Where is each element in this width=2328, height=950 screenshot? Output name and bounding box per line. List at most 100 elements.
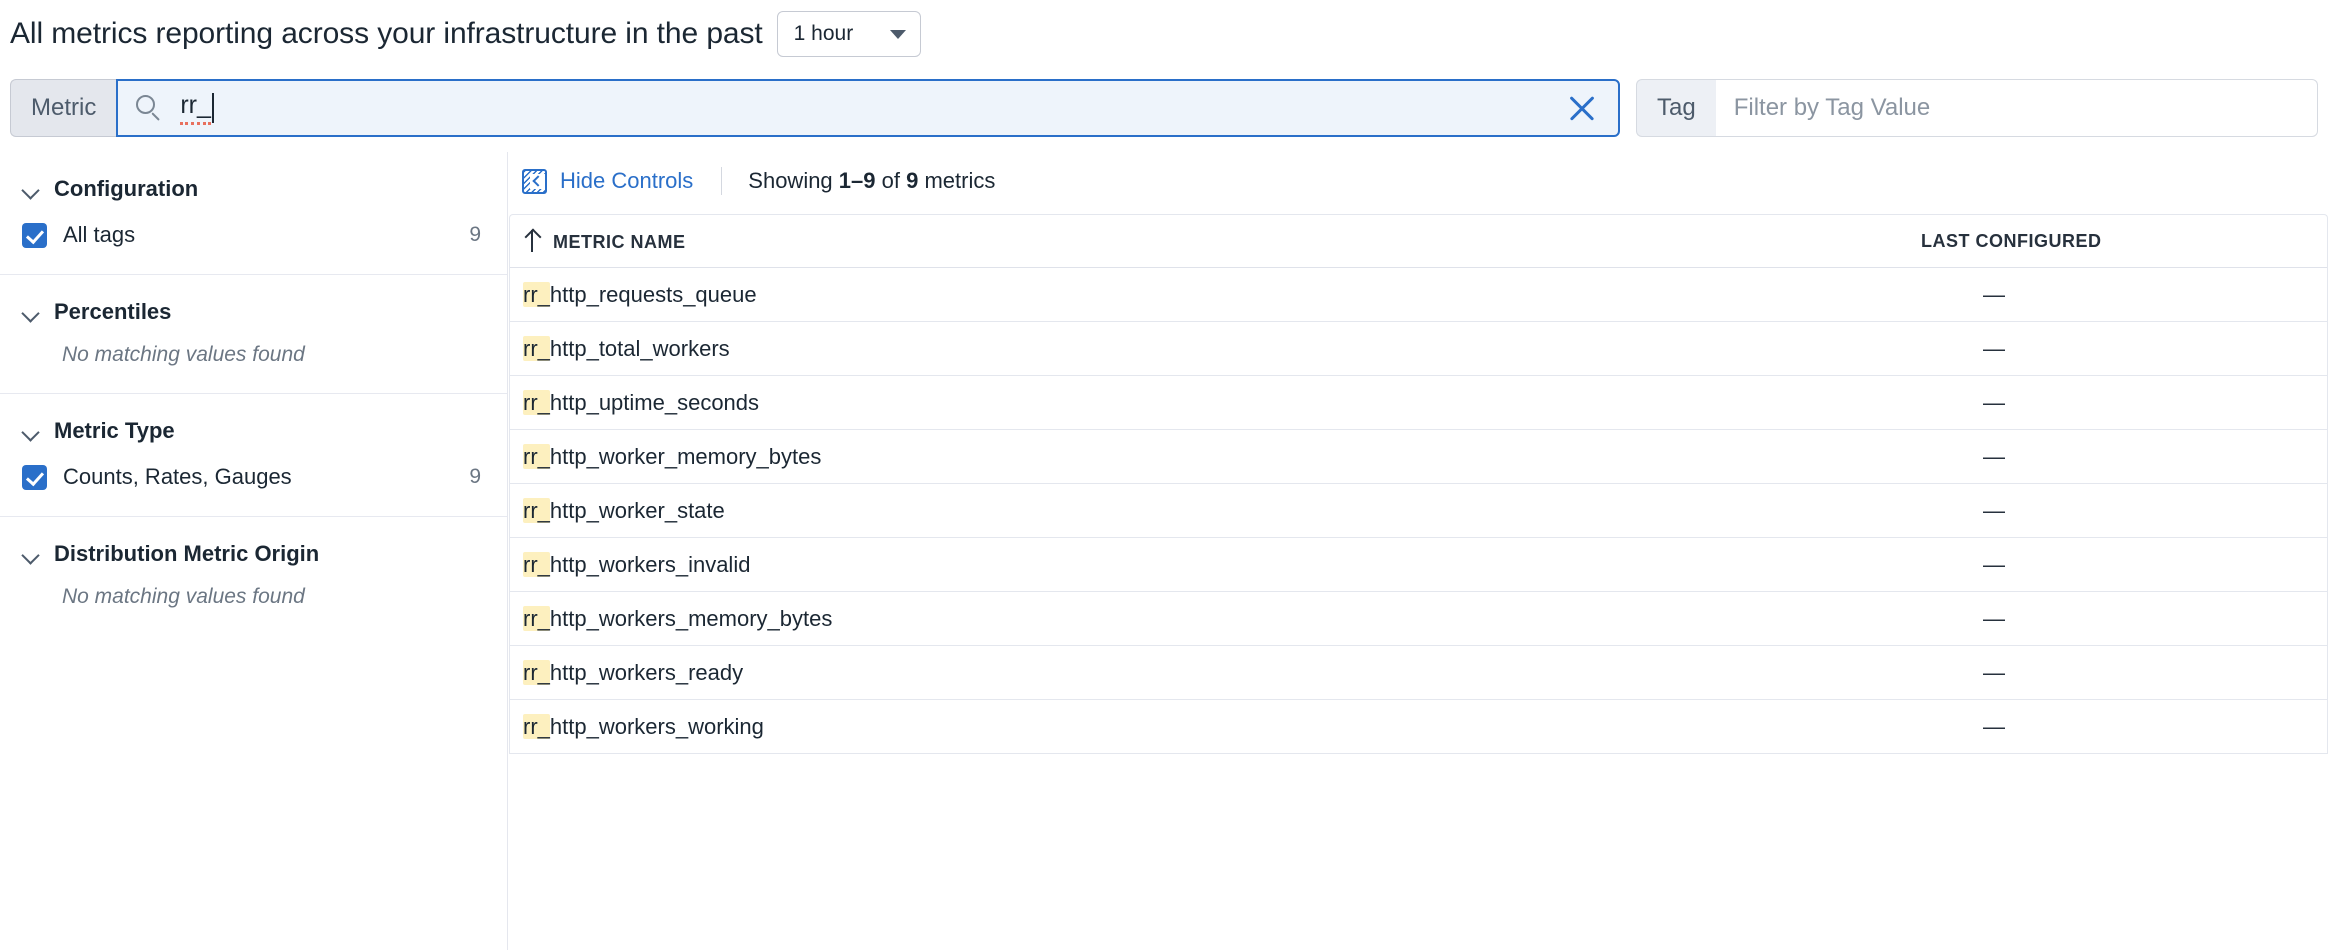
sort-ascending-icon (523, 229, 541, 252)
column-header-label: METRIC NAME (553, 231, 686, 252)
table-body: rr_http_requests_queue — rr_http_total_wor… (510, 268, 2327, 754)
table-header-row: METRIC NAME LAST CONFIGURED (510, 215, 2327, 268)
close-icon[interactable] (1562, 88, 1602, 128)
last-configured-cell: — (1983, 605, 2005, 631)
search-match-highlight: rr_ (523, 497, 550, 523)
metric-name-cell[interactable]: rr_http_workers_working (523, 713, 1921, 740)
metric-name-cell[interactable]: rr_http_workers_ready (523, 659, 1921, 686)
facet-option-all-tags[interactable]: All tags 9 (0, 212, 507, 274)
metric-name-rest: http_uptime_seconds (549, 389, 760, 415)
checkbox-checked-icon[interactable] (22, 222, 47, 248)
page-title: All metrics reporting across your infras… (10, 17, 763, 50)
last-configured-cell: — (1983, 335, 2005, 361)
facet-option-count: 9 (469, 465, 481, 488)
last-configured-cell: — (1983, 659, 2005, 685)
facet-section-metric-type: Metric Type Counts, Rates, Gauges 9 (0, 394, 507, 517)
chevron-down-icon (22, 307, 40, 317)
metric-name-cell[interactable]: rr_http_total_workers (523, 335, 1921, 362)
tag-placeholder-text: Filter by Tag Value (1733, 94, 1931, 121)
table-row[interactable]: rr_http_workers_memory_bytes — (510, 592, 2327, 646)
toolbar-divider (721, 167, 723, 195)
last-configured-cell: — (1983, 551, 2005, 577)
text-cursor (211, 93, 214, 123)
table-row[interactable]: rr_http_worker_state — (510, 484, 2327, 538)
showing-middle: of (875, 168, 907, 193)
search-match-highlight: rr_ (523, 713, 550, 739)
search-match-highlight: rr_ (523, 389, 550, 415)
metric-name-cell[interactable]: rr_http_worker_state (523, 497, 1921, 524)
showing-prefix: Showing (748, 168, 839, 193)
facet-title: Configuration (54, 176, 199, 201)
column-header-last-configured[interactable]: LAST CONFIGURED (1921, 231, 2301, 252)
facet-header-metric-type[interactable]: Metric Type (0, 394, 507, 454)
hide-controls-button[interactable]: Hide Controls (522, 168, 693, 194)
showing-range: 1–9 (838, 168, 876, 193)
last-configured-cell: — (1983, 281, 2005, 307)
facet-empty-message: No matching values found (62, 343, 305, 366)
facet-header-percentiles[interactable]: Percentiles (0, 275, 507, 335)
facet-option-counts-rates-gauges[interactable]: Counts, Rates, Gauges 9 (0, 454, 507, 516)
table-row[interactable]: rr_http_workers_invalid — (510, 538, 2327, 592)
chevron-down-icon (889, 29, 906, 39)
metric-name-cell[interactable]: rr_http_uptime_seconds (523, 389, 1921, 416)
table-row[interactable]: rr_http_workers_ready — (510, 646, 2327, 700)
search-icon (136, 95, 162, 121)
table-row[interactable]: rr_http_requests_queue — (510, 268, 2327, 322)
metric-name-rest: http_workers_memory_bytes (549, 605, 833, 631)
metric-prefix-label: Metric (10, 79, 117, 137)
facet-header-configuration[interactable]: Configuration (0, 152, 507, 212)
column-header-label: LAST CONFIGURED (1921, 230, 2102, 251)
tag-filter-group: Tag Filter by Tag Value (1636, 79, 2318, 137)
showing-total: 9 (906, 168, 919, 193)
showing-suffix: metrics (918, 168, 996, 193)
facet-section-configuration: Configuration All tags 9 (0, 152, 507, 275)
checkbox-checked-icon[interactable] (22, 464, 47, 490)
timerange-value: 1 hour (793, 22, 854, 45)
metric-search-value: rr_ (180, 91, 211, 125)
facet-title: Distribution Metric Origin (54, 541, 320, 566)
metric-name-cell[interactable]: rr_http_workers_invalid (523, 551, 1921, 578)
metric-name-rest: http_total_workers (549, 335, 730, 361)
facet-title: Metric Type (54, 418, 175, 443)
metric-name-cell[interactable]: rr_http_workers_memory_bytes (523, 605, 1921, 632)
facet-section-distribution-metric-origin: Distribution Metric Origin No matching v… (0, 517, 507, 635)
timerange-select[interactable]: 1 hour (776, 11, 921, 57)
last-configured-cell: — (1983, 389, 2005, 415)
metric-name-rest: http_worker_memory_bytes (549, 443, 822, 469)
page-header: All metrics reporting across your infras… (0, 0, 2328, 68)
search-match-highlight: rr_ (523, 335, 550, 361)
facets-sidebar: Configuration All tags 9 Percentiles No … (0, 152, 508, 950)
metric-name-rest: http_workers_ready (549, 659, 744, 685)
search-match-highlight: rr_ (523, 281, 550, 307)
facet-empty-message: No matching values found (62, 585, 305, 608)
main-content: Hide Controls Showing 1–9 of 9 metrics M… (509, 152, 2328, 950)
search-match-highlight: rr_ (523, 443, 550, 469)
results-count: Showing 1–9 of 9 metrics (748, 168, 995, 194)
chevron-down-icon (22, 549, 40, 559)
table-row[interactable]: rr_http_total_workers — (510, 322, 2327, 376)
table-row[interactable]: rr_http_uptime_seconds — (510, 376, 2327, 430)
search-match-highlight: rr_ (523, 551, 550, 577)
metric-name-rest: http_workers_working (549, 713, 764, 739)
chevron-down-icon (22, 184, 40, 194)
facet-option-label: All tags (63, 222, 136, 247)
column-header-metric-name[interactable]: METRIC NAME (523, 229, 1921, 253)
table-row[interactable]: rr_http_worker_memory_bytes — (510, 430, 2327, 484)
facet-header-distribution-metric-origin[interactable]: Distribution Metric Origin (0, 517, 507, 577)
chevron-down-icon (22, 426, 40, 436)
search-match-highlight: rr_ (523, 659, 550, 685)
search-match-highlight: rr_ (523, 605, 550, 631)
metric-filter-group: Metric rr_ (10, 79, 1620, 137)
last-configured-cell: — (1983, 443, 2005, 469)
hide-controls-label: Hide Controls (560, 168, 694, 193)
tag-search-input[interactable]: Filter by Tag Value (1715, 79, 2318, 137)
filter-bar: Metric rr_ Tag Filter by Tag Value (0, 74, 2328, 142)
metric-search-input[interactable]: rr_ (116, 79, 1620, 137)
results-toolbar: Hide Controls Showing 1–9 of 9 metrics (509, 152, 2328, 210)
facet-option-label: Counts, Rates, Gauges (63, 464, 292, 489)
table-row[interactable]: rr_http_workers_working — (510, 700, 2327, 754)
metric-name-cell[interactable]: rr_http_worker_memory_bytes (523, 443, 1921, 470)
metric-name-cell[interactable]: rr_http_requests_queue (523, 281, 1921, 308)
facet-option-count: 9 (469, 223, 481, 246)
last-configured-cell: — (1983, 497, 2005, 523)
